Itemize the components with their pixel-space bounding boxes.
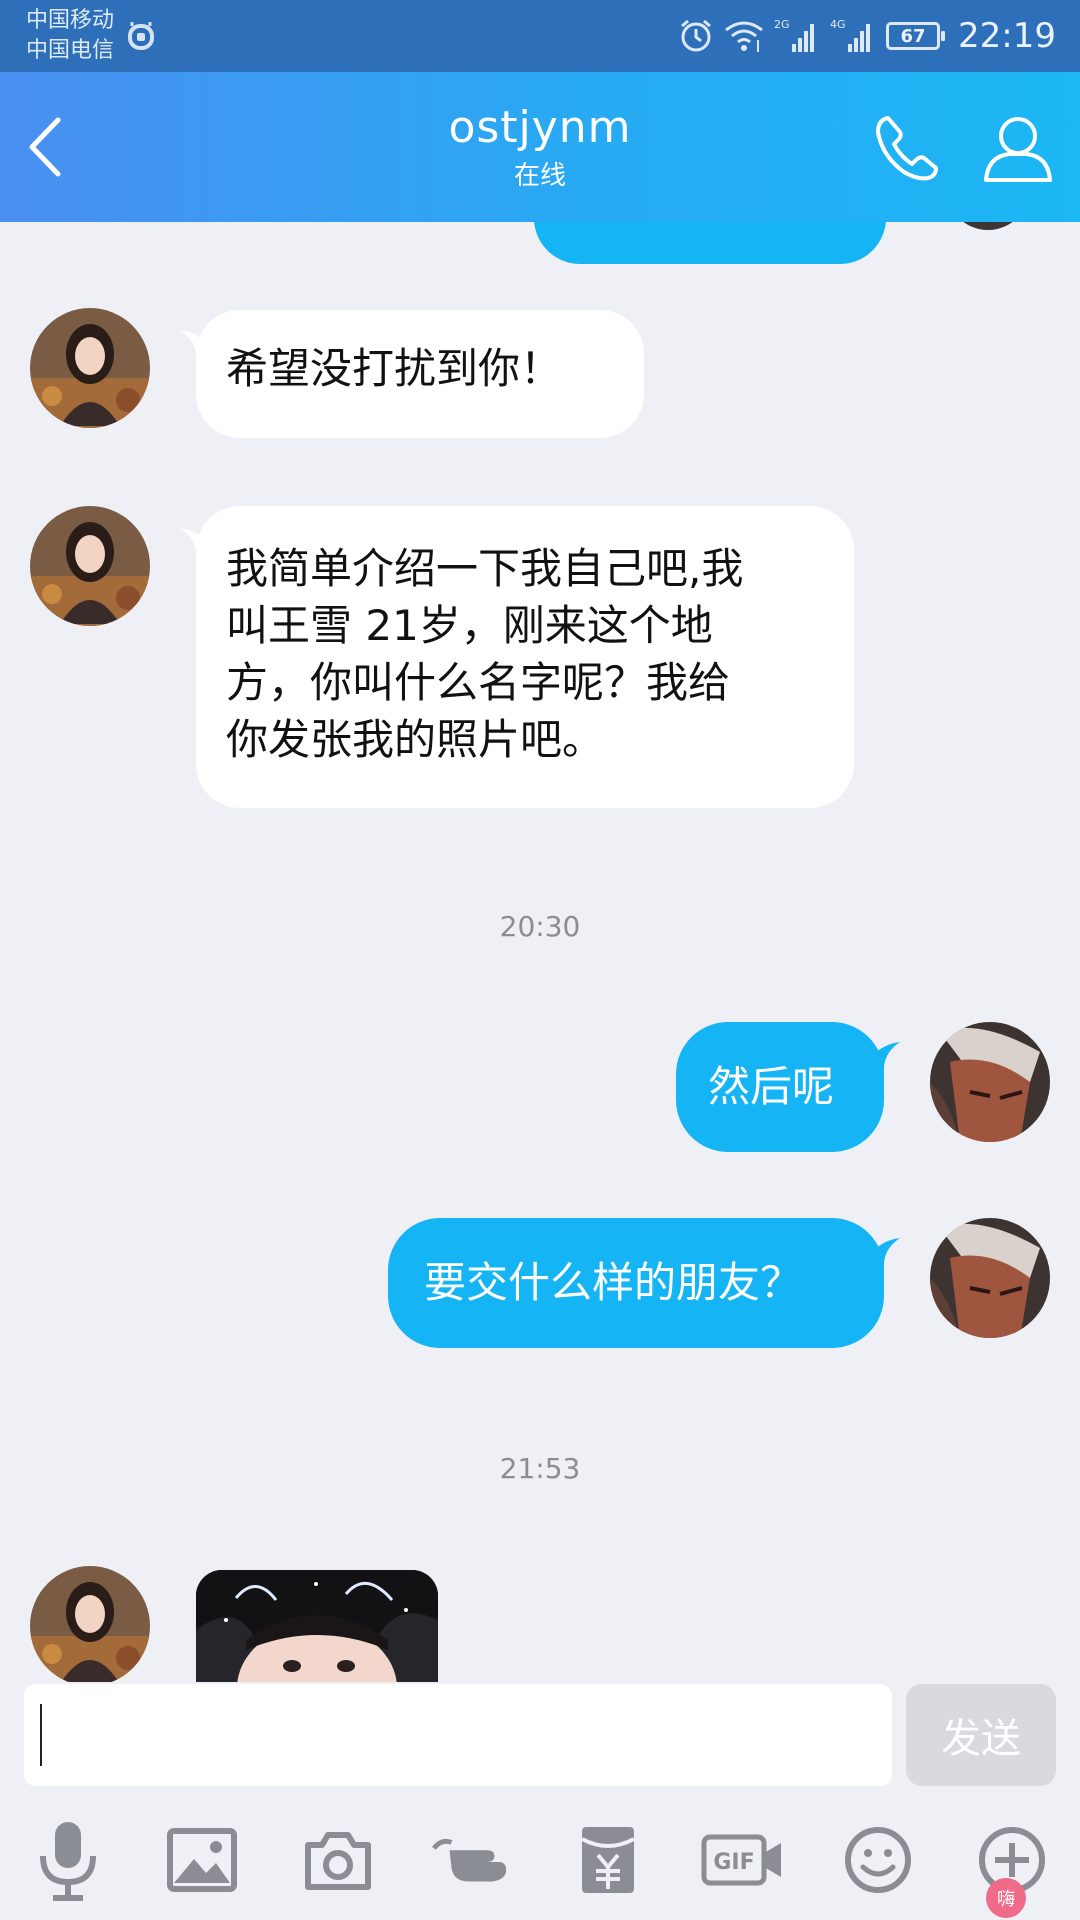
photo-message[interactable] <box>196 1570 438 1682</box>
contact-avatar[interactable] <box>30 1566 150 1682</box>
text-cursor <box>40 1704 42 1766</box>
emoji-icon <box>845 1827 911 1893</box>
notification-icon <box>128 22 154 50</box>
wifi-icon <box>725 21 763 52</box>
message-bubble-incoming[interactable]: 希望没打扰到你！ <box>196 310 644 438</box>
message-input[interactable] <box>24 1684 892 1786</box>
poke-button[interactable] <box>430 1818 514 1902</box>
floating-badge[interactable]: 嗨 <box>986 1878 1026 1918</box>
network-type-2g: 2G <box>774 18 790 31</box>
battery-icon: 67 <box>886 22 946 50</box>
partial-outgoing-bubble <box>534 222 886 264</box>
message-line: 你发张我的照片吧。 <box>226 715 605 764</box>
status-bar: 中国移动 中国电信 2G 4G 67 22:19 <box>0 0 1080 72</box>
signal-2g-icon: 2G <box>774 18 815 52</box>
alarm-icon <box>681 19 711 52</box>
signal-4g-icon: 4G <box>830 18 871 52</box>
message-bubble-outgoing[interactable]: 然后呢 <box>676 1022 884 1152</box>
camera-icon <box>305 1832 371 1890</box>
gif-label: GIF <box>713 1850 754 1875</box>
poke-icon <box>432 1838 507 1882</box>
gif-button[interactable]: GIF <box>700 1818 786 1902</box>
timestamp: 20:30 <box>499 910 581 943</box>
message-line: 方，你叫什么名字呢？我给 <box>226 658 731 707</box>
input-toolbar: GIF <box>0 1818 1080 1908</box>
gif-icon: GIF <box>701 1834 781 1886</box>
image-icon <box>167 1828 237 1892</box>
message-text: 然后呢 <box>708 1062 835 1111</box>
self-avatar[interactable] <box>930 1218 1050 1338</box>
input-bar: 发送 GIF <box>0 1682 1080 1920</box>
message-text: 要交什么样的朋友？ <box>424 1258 803 1307</box>
battery-level: 67 <box>900 25 926 47</box>
send-button[interactable]: 发送 <box>906 1684 1056 1786</box>
message-bubble-incoming[interactable]: 我简单介绍一下我自己吧,我 叫王雪 21岁，刚来这个地 方，你叫什么名字呢？我给… <box>196 506 854 808</box>
status-time: 22:19 <box>958 16 1056 56</box>
bubble-tail <box>868 1238 900 1270</box>
contact-avatar[interactable] <box>30 506 150 626</box>
microphone-icon <box>40 1822 96 1901</box>
message-bubble-outgoing[interactable]: 要交什么样的朋友？ <box>388 1218 884 1348</box>
carrier-names: 中国移动 中国电信 <box>26 6 114 66</box>
phone-icon[interactable] <box>868 108 948 188</box>
partial-self-avatar <box>946 222 1030 230</box>
bubble-tail <box>868 1042 900 1074</box>
carrier-1: 中国移动 <box>26 8 115 33</box>
message-line: 我简单介绍一下我自己吧,我 <box>226 544 744 593</box>
chat-header: ostjynm 在线 <box>0 72 1080 222</box>
voice-button[interactable] <box>26 1818 110 1902</box>
message-list[interactable]: 希望没打扰到你！ 我简单介绍一下我自己吧,我 叫王雪 21岁，刚来这个地 方，你… <box>0 222 1080 1682</box>
red-packet-button[interactable] <box>566 1818 650 1902</box>
camera-button[interactable] <box>296 1818 380 1902</box>
self-avatar[interactable] <box>930 1022 1050 1142</box>
emoji-button[interactable] <box>836 1818 920 1902</box>
timestamp: 21:53 <box>499 1452 581 1485</box>
message-line: 叫王雪 21岁，刚来这个地 <box>226 601 713 650</box>
network-type-4g: 4G <box>830 18 846 31</box>
profile-icon[interactable] <box>978 108 1058 188</box>
contact-avatar[interactable] <box>30 308 150 428</box>
message-text: 希望没打扰到你！ <box>226 344 563 393</box>
image-button[interactable] <box>160 1818 244 1902</box>
carrier-2: 中国电信 <box>26 38 115 63</box>
red-packet-icon <box>581 1827 635 1893</box>
